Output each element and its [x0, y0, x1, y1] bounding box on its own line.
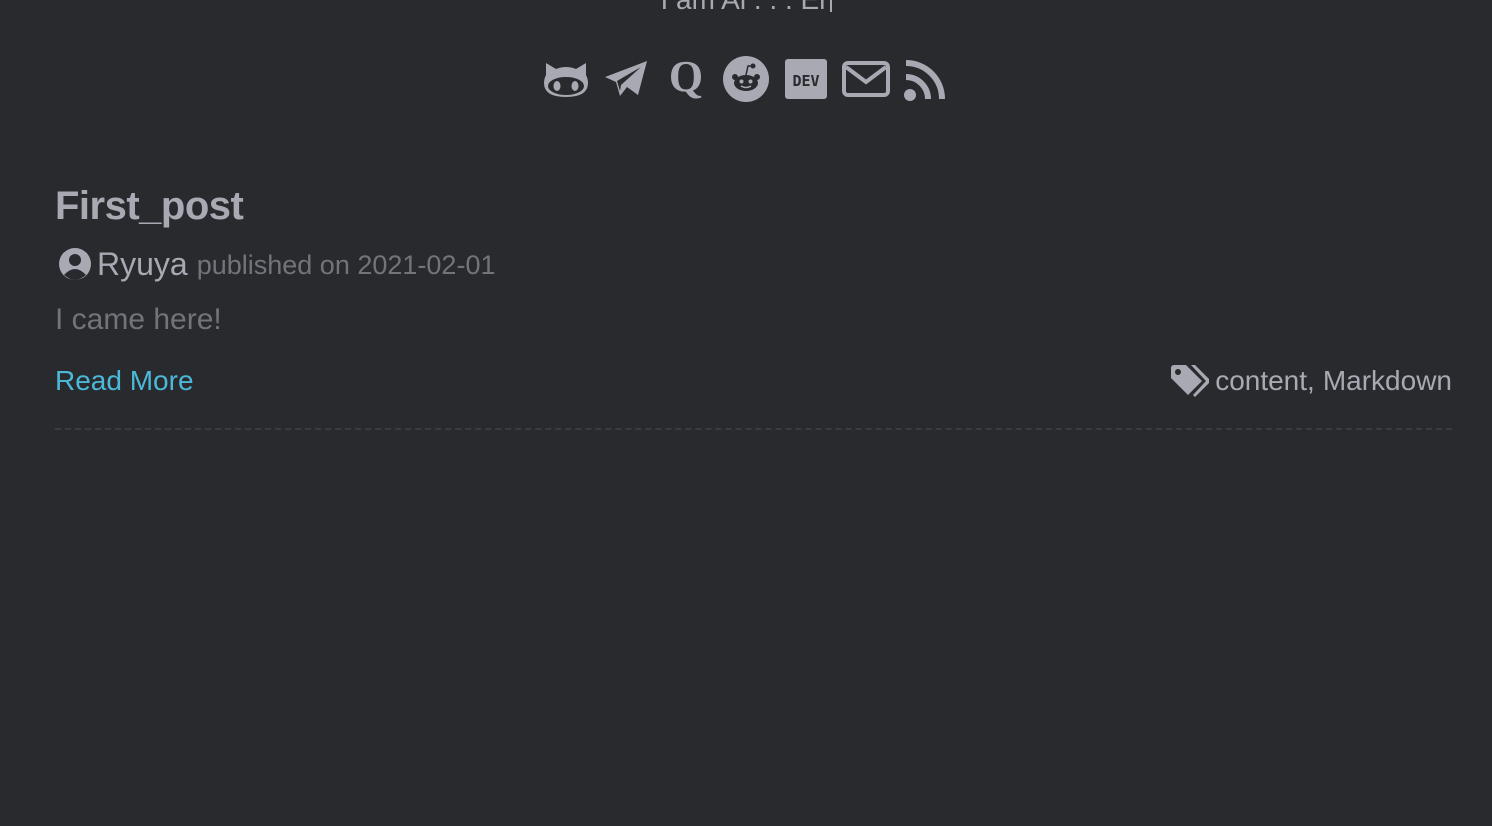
reddit-icon — [723, 56, 769, 102]
read-more-link[interactable]: Read More — [55, 365, 194, 397]
email-link[interactable] — [842, 55, 890, 103]
typed-text: I am Al . . . Er — [660, 0, 828, 15]
tag-separator: , — [1307, 365, 1315, 396]
rss-link[interactable] — [902, 55, 950, 103]
tags-icon — [1171, 365, 1210, 397]
social-links: Q DEV — [0, 55, 1492, 103]
github-icon — [544, 63, 588, 97]
post-date: 2021-02-01 — [357, 250, 496, 280]
post-author: Ryuya — [97, 245, 188, 282]
post-published-prefix: published on 2021-02-01 — [197, 247, 496, 281]
tag-link[interactable]: content — [1215, 365, 1307, 397]
rss-icon — [904, 60, 945, 101]
user-circle-icon — [59, 248, 91, 280]
email-icon — [842, 61, 890, 97]
post-meta: Ryuya published on 2021-02-01 — [55, 244, 1452, 284]
svg-text:Q: Q — [669, 57, 703, 101]
tag-link[interactable]: Markdown — [1323, 365, 1452, 397]
post-tags: content, Markdown — [1171, 365, 1452, 397]
typing-cursor — [829, 0, 832, 12]
github-link[interactable] — [542, 55, 590, 103]
post-footer: Read More content, Markdown — [55, 360, 1452, 402]
quora-link[interactable]: Q — [662, 55, 710, 103]
dev-icon: DEV — [785, 59, 827, 99]
typed-header: I am Al . . . Er — [0, 0, 1492, 14]
dev-link[interactable]: DEV — [782, 55, 830, 103]
reddit-link[interactable] — [722, 55, 770, 103]
page: I am Al . . . Er Q — [0, 0, 1492, 826]
post-title[interactable]: First_post — [55, 180, 1452, 232]
post-divider — [55, 428, 1452, 430]
post-summary: I came here! — [55, 303, 222, 336]
dev-icon-label: DEV — [792, 72, 819, 90]
telegram-link[interactable] — [602, 55, 650, 103]
published-prefix: published on — [196, 250, 350, 280]
telegram-icon — [605, 61, 647, 96]
post: First_post Ryuya published on 2021-02-01… — [55, 180, 1452, 430]
quora-icon: Q — [669, 57, 703, 101]
